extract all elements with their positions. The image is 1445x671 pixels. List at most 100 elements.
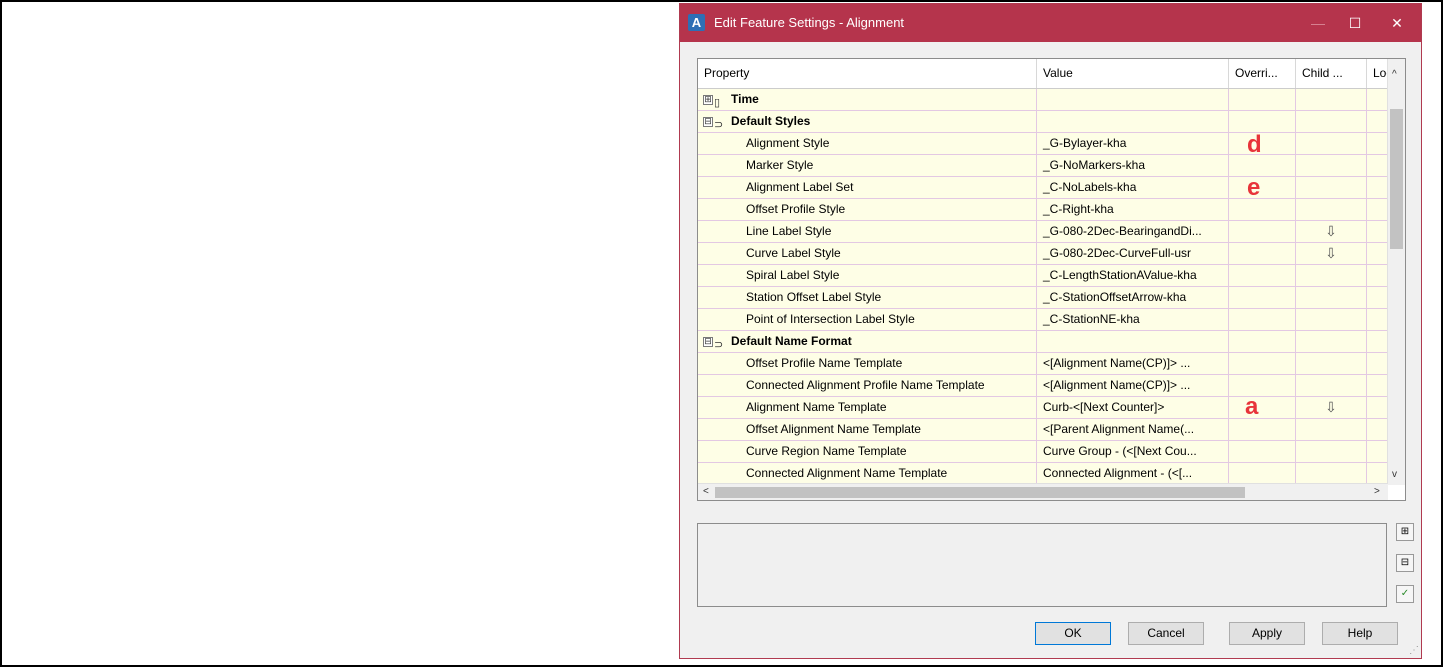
column-header-override[interactable]: Overri... — [1229, 59, 1296, 88]
value-cell[interactable]: <[Alignment Name(CP)]> ... — [1037, 353, 1229, 374]
value-cell[interactable]: <[Parent Alignment Name(... — [1037, 419, 1229, 440]
style-group-icon: ⊃ — [714, 119, 724, 131]
child-override-cell — [1296, 419, 1367, 440]
value-cell[interactable]: _C-Right-kha — [1037, 199, 1229, 220]
child-override-cell — [1296, 265, 1367, 286]
property-row[interactable]: Alignment Label Set_C-NoLabels-kha🔓 — [698, 177, 1405, 199]
property-row[interactable]: Point of Intersection Label Style _C-Stat… — [698, 309, 1405, 331]
value-cell[interactable]: _G-NoMarkers-kha — [1037, 155, 1229, 176]
property-row[interactable]: Offset Alignment Name Template <[Parent A… — [698, 419, 1405, 441]
expand-all-icon[interactable]: ⊞ — [1396, 523, 1414, 541]
collapse-icon[interactable]: ⊟ — [703, 337, 713, 347]
property-row[interactable]: Line Label Style _G-080-2Dec-BearingandDi… — [698, 221, 1405, 243]
resize-grip-icon[interactable]: ⋰ — [1409, 645, 1419, 656]
override-cell — [1229, 199, 1296, 220]
property-row[interactable]: Alignment Style_G-Bylayer-kha🔓 — [698, 133, 1405, 155]
ok-button[interactable]: OK — [1035, 622, 1111, 645]
column-header-value[interactable]: Value — [1037, 59, 1229, 88]
property-row[interactable]: Spiral Label Style _C-LengthStationAValue… — [698, 265, 1405, 287]
apply-button[interactable]: Apply — [1229, 622, 1305, 645]
collapse-all-icon[interactable]: ⊟ — [1396, 554, 1414, 572]
group-row[interactable]: ⊞ ▯ Time — [698, 89, 1405, 111]
property-label: Marker Style — [746, 158, 814, 172]
override-cell — [1229, 221, 1296, 242]
value-cell[interactable]: _G-080-2Dec-CurveFull-usr — [1037, 243, 1229, 264]
property-row[interactable]: Marker Style_G-NoMarkers-kha🔓 — [698, 155, 1405, 177]
property-cell: Marker Style — [698, 155, 1037, 176]
override-cell — [1229, 265, 1296, 286]
minimize-button[interactable]: — — [1297, 4, 1339, 42]
horizontal-scrollbar[interactable]: < > — [698, 483, 1388, 500]
property-row[interactable]: Curve Label Style _G-080-2Dec-CurveFull-u… — [698, 243, 1405, 265]
property-cell: Curve Region Name Template — [698, 441, 1037, 462]
group-row[interactable]: ⊟ ⊃ Default Styles — [698, 111, 1405, 133]
property-row[interactable]: Curve Region Name Template Curve Group - … — [698, 441, 1405, 463]
value-cell[interactable]: _C-NoLabels-kha — [1037, 177, 1229, 198]
scroll-up-icon[interactable]: ^ — [1392, 67, 1397, 83]
annotation-a: a — [1245, 393, 1259, 420]
property-grid[interactable]: Property Value Overri... Child ... Lock … — [697, 58, 1406, 501]
property-cell: Offset Profile Name Template — [698, 353, 1037, 374]
property-cell: Line Label Style — [698, 221, 1037, 242]
title-bar[interactable]: A Edit Feature Settings - Alignment — ☐ … — [680, 4, 1421, 42]
annotation-e: e — [1247, 174, 1261, 201]
expand-icon[interactable]: ⊞ — [703, 95, 713, 105]
value-cell[interactable]: Curve Group - (<[Next Cou... — [1037, 441, 1229, 462]
apply-to-children-icon[interactable]: ✓ — [1396, 585, 1414, 603]
scroll-left-icon[interactable]: < — [703, 484, 709, 500]
property-row[interactable]: Station Offset Label Style _C-StationOffs… — [698, 287, 1405, 309]
value-cell[interactable]: Connected Alignment - (<[... — [1037, 463, 1229, 484]
scroll-down-icon[interactable]: v — [1392, 467, 1397, 483]
group-row[interactable]: ⊟ ⊃ Default Name Format — [698, 331, 1405, 353]
property-cell: Alignment Style — [698, 133, 1037, 154]
column-header-property[interactable]: Property — [698, 59, 1037, 88]
grid-header: Property Value Overri... Child ... Lock — [698, 59, 1405, 89]
property-label: Connected Alignment Name Template — [746, 466, 948, 480]
override-cell — [1229, 375, 1296, 396]
property-label: Curve Label Style — [746, 246, 841, 260]
property-cell: Offset Profile Style — [698, 199, 1037, 220]
child-override-cell — [1296, 199, 1367, 220]
page-icon: ▯ — [714, 97, 721, 109]
override-cell — [1229, 243, 1296, 264]
value-cell[interactable]: _G-Bylayer-kha — [1037, 133, 1229, 154]
annotation-d: d — [1247, 131, 1262, 158]
column-header-child-override[interactable]: Child ... — [1296, 59, 1367, 88]
override-cell — [1229, 111, 1296, 132]
help-button[interactable]: Help — [1322, 622, 1398, 645]
child-override-arrow-icon: ⇩ — [1296, 221, 1367, 242]
override-cell — [1229, 353, 1296, 374]
value-cell[interactable]: Curb-<[Next Counter]> — [1037, 397, 1229, 418]
value-cell[interactable]: _G-080-2Dec-BearingandDi... — [1037, 221, 1229, 242]
child-override-cell — [1296, 375, 1367, 396]
cancel-button[interactable]: Cancel — [1128, 622, 1204, 645]
property-row[interactable]: Offset Profile Style_C-Right-kha🔓 — [698, 199, 1405, 221]
property-row[interactable]: Offset Profile Name Template <[Alignment … — [698, 353, 1405, 375]
vertical-scrollbar[interactable]: ^ v — [1387, 59, 1405, 485]
property-label: Station Offset Label Style — [746, 290, 882, 304]
child-override-cell — [1296, 89, 1367, 110]
value-cell[interactable]: _C-StationOffsetArrow-kha — [1037, 287, 1229, 308]
value-cell[interactable]: _C-LengthStationAValue-kha — [1037, 265, 1229, 286]
property-label: Line Label Style — [746, 224, 832, 238]
property-row[interactable]: Connected Alignment Profile Name Templat… — [698, 375, 1405, 397]
edit-feature-settings-dialog: A Edit Feature Settings - Alignment — ☐ … — [679, 3, 1422, 659]
property-row[interactable]: Alignment Name Template Curb-<[Next Count… — [698, 397, 1405, 419]
close-button[interactable]: ✕ — [1376, 4, 1418, 42]
value-cell — [1037, 111, 1229, 132]
scroll-right-icon[interactable]: > — [1374, 484, 1380, 500]
value-cell[interactable]: _C-StationNE-kha — [1037, 309, 1229, 330]
property-cell: Point of Intersection Label Style — [698, 309, 1037, 330]
property-cell: Alignment Name Template — [698, 397, 1037, 418]
collapse-icon[interactable]: ⊟ — [703, 117, 713, 127]
horizontal-scroll-thumb[interactable] — [715, 487, 1245, 498]
override-cell — [1229, 89, 1296, 110]
child-override-arrow-icon: ⇩ — [1296, 243, 1367, 264]
property-label: Spiral Label Style — [746, 268, 840, 282]
value-cell — [1037, 89, 1229, 110]
vertical-scroll-thumb[interactable] — [1390, 109, 1403, 249]
override-cell — [1229, 133, 1296, 154]
value-cell[interactable]: <[Alignment Name(CP)]> ... — [1037, 375, 1229, 396]
property-row[interactable]: Connected Alignment Name Template Connect… — [698, 463, 1405, 485]
maximize-button[interactable]: ☐ — [1334, 4, 1376, 42]
